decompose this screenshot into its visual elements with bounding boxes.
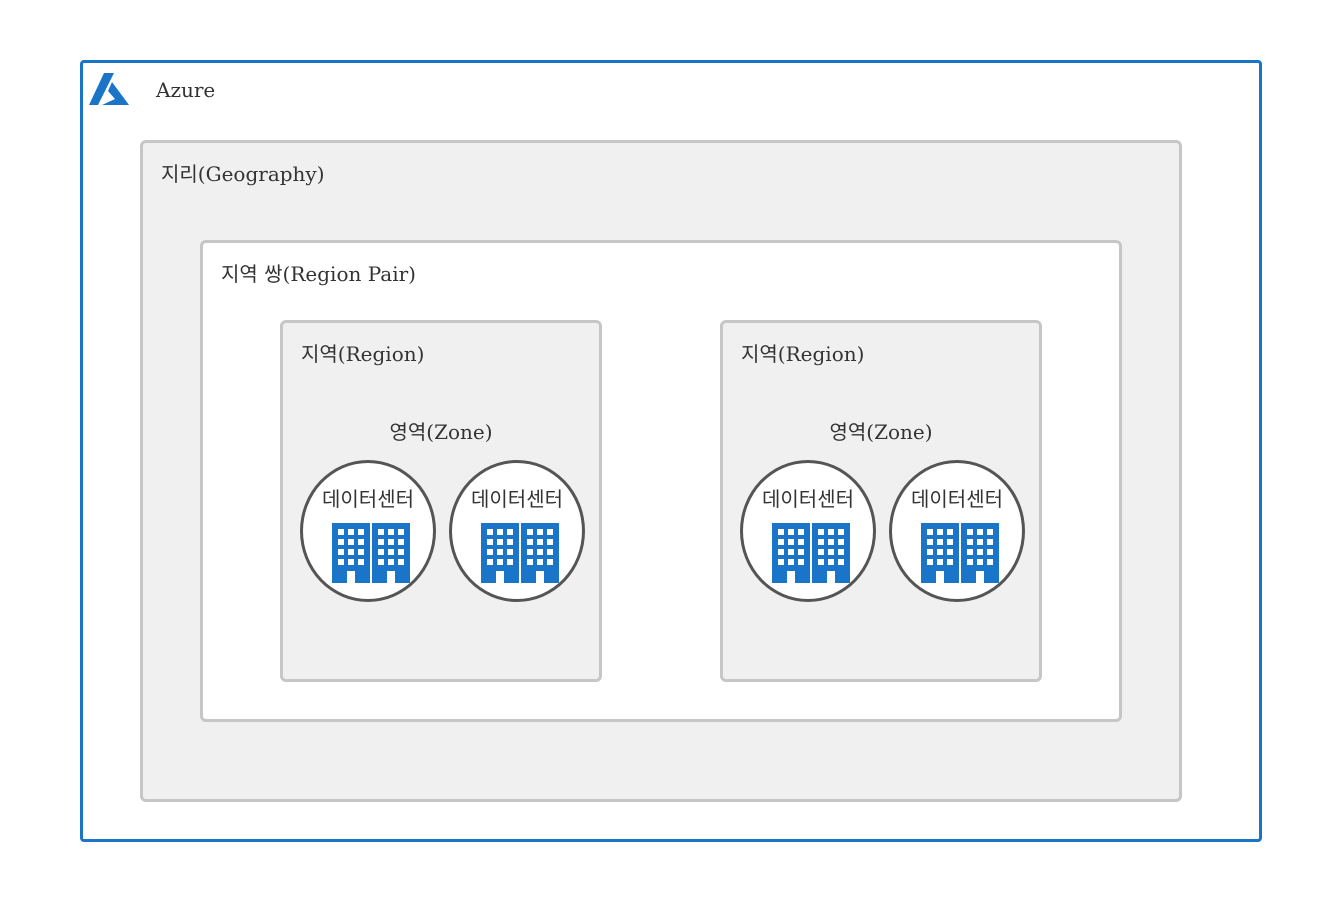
datacenter-label: 데이터센터 (762, 487, 854, 511)
azure-logo-icon (89, 73, 129, 105)
region-pair-title: 지역 쌍(Region Pair) (221, 262, 416, 286)
building-icon (481, 523, 559, 583)
geography-title: 지리(Geography) (161, 162, 325, 186)
zone-title: 영역(Zone) (389, 420, 493, 444)
zone-title: 영역(Zone) (829, 420, 933, 444)
azure-title: Azure (156, 78, 216, 102)
datacenter-node: 데이터센터 (740, 460, 876, 602)
datacenter-label: 데이터센터 (471, 487, 563, 511)
datacenter-node: 데이터센터 (889, 460, 1025, 602)
building-icon (921, 523, 999, 583)
datacenter-label: 데이터센터 (322, 487, 414, 511)
region-title: 지역(Region) (741, 342, 865, 366)
datacenter-node: 데이터센터 (300, 460, 436, 602)
region-title: 지역(Region) (301, 342, 425, 366)
datacenter-label: 데이터센터 (911, 487, 1003, 511)
building-icon (772, 523, 850, 583)
datacenter-node: 데이터센터 (449, 460, 585, 602)
building-icon (332, 523, 410, 583)
